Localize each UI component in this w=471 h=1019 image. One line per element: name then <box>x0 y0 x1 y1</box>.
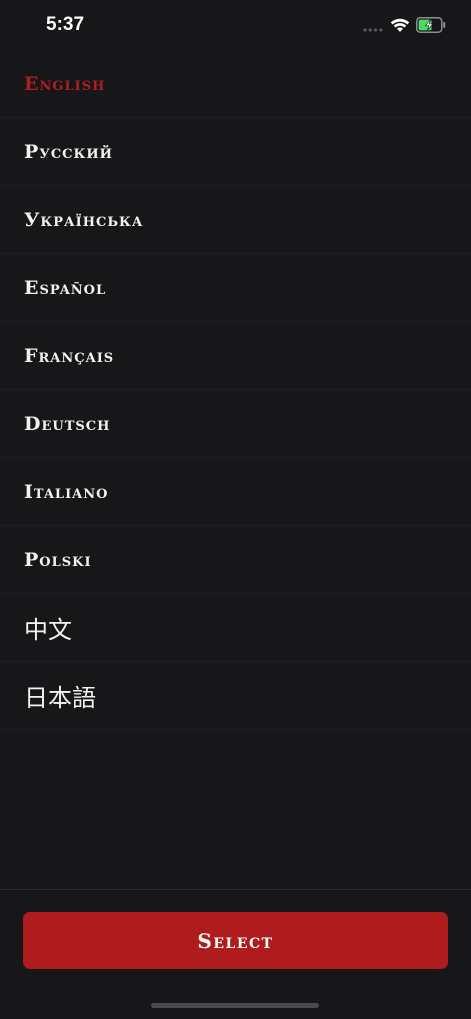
language-label: Français <box>24 344 115 367</box>
language-item-french[interactable]: Français <box>0 322 471 390</box>
language-label: Deutsch <box>24 412 111 435</box>
home-indicator[interactable] <box>151 1003 319 1008</box>
language-item-polish[interactable]: Polski <box>0 526 471 594</box>
language-label: Русский <box>24 140 113 163</box>
language-item-japanese[interactable]: 日本語 <box>0 662 471 730</box>
language-item-spanish[interactable]: Español <box>0 254 471 322</box>
language-item-ukrainian[interactable]: Українська <box>0 186 471 254</box>
language-label: Italiano <box>24 480 109 503</box>
battery-charging-icon <box>416 17 446 33</box>
language-label: Español <box>24 276 107 299</box>
language-item-english[interactable]: English <box>0 50 471 118</box>
language-label: 日本語 <box>24 684 96 712</box>
select-button[interactable]: Select <box>23 912 448 969</box>
language-list: English Русский Українська Español Franç… <box>0 50 471 730</box>
language-label: 中文 <box>24 616 72 644</box>
wifi-icon <box>390 18 410 32</box>
bottom-divider <box>0 889 471 890</box>
status-time: 5:37 <box>46 14 85 35</box>
signal-dots-icon <box>363 28 383 32</box>
language-selection-screen: 5:37 English Русский Українська Español … <box>0 0 471 1019</box>
language-item-italian[interactable]: Italiano <box>0 458 471 526</box>
language-label: Polski <box>24 548 92 571</box>
language-item-chinese[interactable]: 中文 <box>0 594 471 662</box>
language-label: English <box>24 72 106 95</box>
status-bar: 5:37 <box>0 0 471 50</box>
language-item-german[interactable]: Deutsch <box>0 390 471 458</box>
language-item-russian[interactable]: Русский <box>0 118 471 186</box>
language-label: Українська <box>24 208 144 231</box>
